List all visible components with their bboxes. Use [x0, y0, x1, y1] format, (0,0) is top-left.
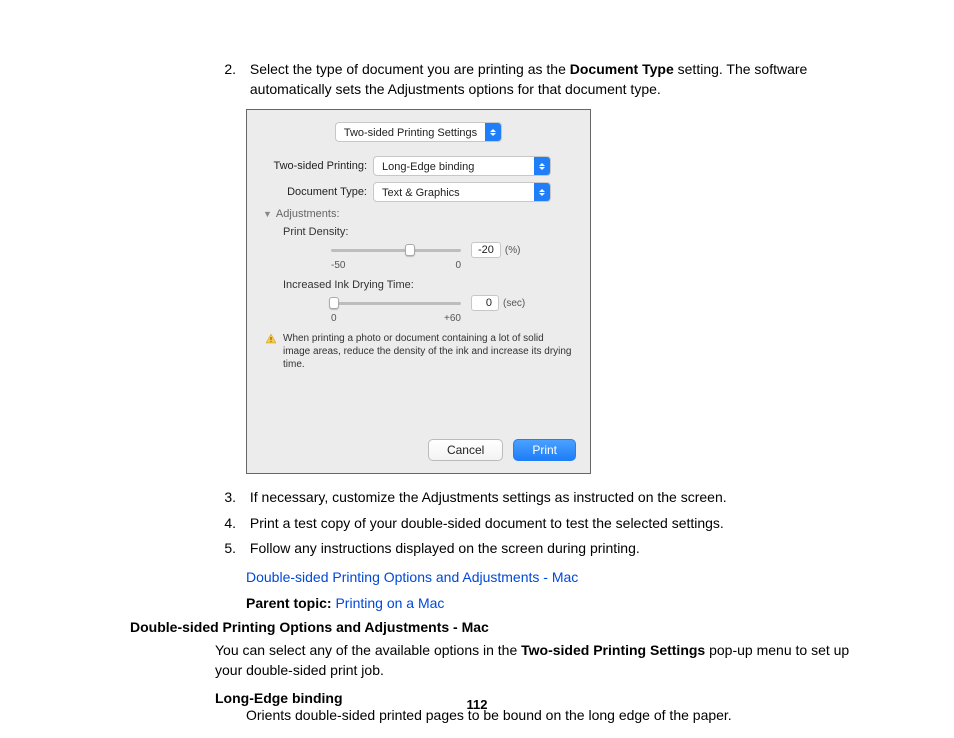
step-4-text: Print a test copy of your double-sided d… — [250, 514, 862, 534]
chevron-updown-icon — [485, 123, 501, 141]
dry-scale-min: 0 — [331, 313, 337, 324]
disclosure-triangle-icon: ▼ — [263, 209, 272, 219]
pd-scale-max: 0 — [455, 260, 461, 271]
print-button[interactable]: Print — [513, 439, 576, 461]
step-5-text: Follow any instructions displayed on the… — [250, 539, 862, 559]
step-number: 4. — [212, 514, 236, 534]
step-3-text: If necessary, customize the Adjustments … — [250, 488, 862, 508]
step-5: 5. Follow any instructions displayed on … — [212, 539, 864, 559]
cancel-button[interactable]: Cancel — [428, 439, 503, 461]
drying-time-value[interactable]: 0 — [471, 295, 499, 311]
print-settings-dialog: Two-sided Printing Settings Two-sided Pr… — [246, 109, 591, 474]
dry-scale-max: +60 — [444, 313, 461, 324]
two-sided-printing-label: Two-sided Printing: — [261, 160, 373, 172]
section-body: You can select any of the available opti… — [215, 641, 864, 680]
warning-text: When printing a photo or document contai… — [283, 332, 572, 371]
slider-thumb[interactable] — [405, 244, 415, 256]
drying-time-label: Increased Ink Drying Time: — [283, 279, 576, 291]
document-type-label: Document Type: — [261, 186, 373, 198]
step-2-bold: Document Type — [570, 61, 674, 77]
step-number: 5. — [212, 539, 236, 559]
step-number: 3. — [212, 488, 236, 508]
body-bold: Two-sided Printing Settings — [521, 642, 705, 658]
chevron-updown-icon — [534, 183, 550, 201]
print-density-value[interactable]: -20 — [471, 242, 501, 258]
drying-time-unit: (sec) — [503, 298, 525, 309]
step-3: 3. If necessary, customize the Adjustmen… — [212, 488, 864, 508]
settings-menu-dropdown[interactable]: Two-sided Printing Settings — [335, 122, 502, 142]
two-sided-printing-dropdown[interactable]: Long-Edge binding — [373, 156, 551, 176]
parent-topic-label: Parent topic: — [246, 595, 335, 611]
print-density-unit: (%) — [505, 245, 521, 256]
adjustments-header[interactable]: ▼ Adjustments: — [263, 208, 576, 220]
drying-time-slider[interactable] — [331, 296, 461, 310]
step-2: 2. Select the type of document you are p… — [212, 60, 864, 99]
chevron-updown-icon — [534, 157, 550, 175]
document-type-dropdown[interactable]: Text & Graphics — [373, 182, 551, 202]
document-type-value: Text & Graphics — [374, 183, 534, 201]
step-number: 2. — [212, 60, 236, 80]
section-heading: Double-sided Printing Options and Adjust… — [130, 619, 864, 635]
settings-menu-value: Two-sided Printing Settings — [336, 123, 485, 141]
page-number: 112 — [0, 697, 954, 712]
print-density-slider[interactable] — [331, 243, 461, 257]
slider-thumb[interactable] — [329, 297, 339, 309]
step-2-text-pre: Select the type of document you are prin… — [250, 61, 570, 77]
adjustments-label: Adjustments: — [276, 208, 340, 220]
two-sided-printing-value: Long-Edge binding — [374, 157, 534, 175]
warning-icon — [265, 333, 277, 345]
related-link[interactable]: Double-sided Printing Options and Adjust… — [246, 569, 578, 585]
parent-topic-link[interactable]: Printing on a Mac — [335, 595, 444, 611]
body-pre: You can select any of the available opti… — [215, 642, 521, 658]
pd-scale-min: -50 — [331, 260, 345, 271]
step-4: 4. Print a test copy of your double-side… — [212, 514, 864, 534]
print-density-label: Print Density: — [283, 226, 576, 238]
